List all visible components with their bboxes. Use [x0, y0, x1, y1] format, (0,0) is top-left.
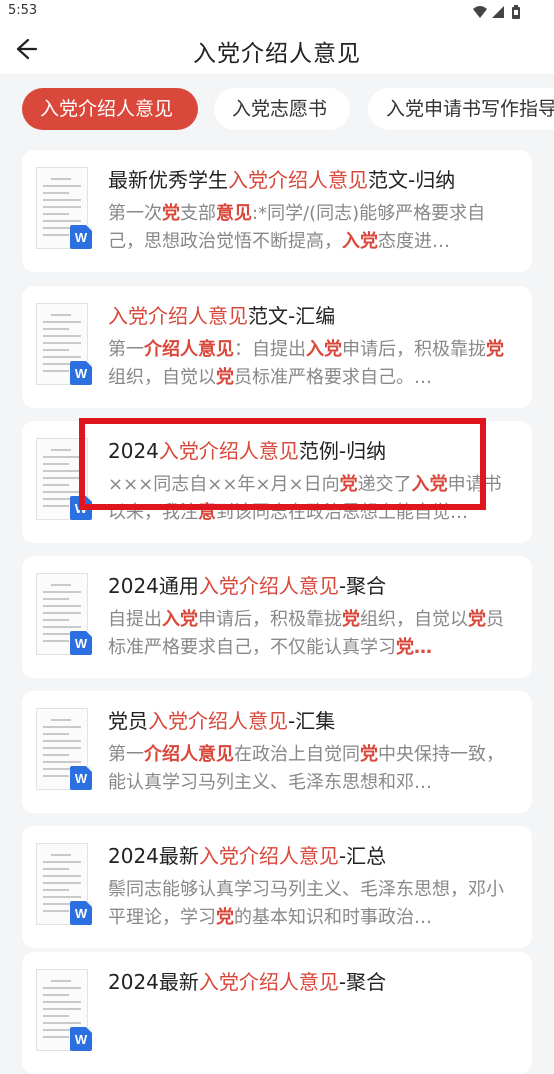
snippet-text: 员标准严格要求自己。… — [234, 367, 432, 388]
article-snippet: 自提出入党申请后，积极靠拢党组织，自觉以党员标准严格要求自己，不仅能认真学习党… — [108, 606, 510, 662]
word-doc-icon: W — [70, 901, 92, 925]
article-title: 2024通用入党介绍人意见-聚合 — [108, 574, 387, 598]
status-icons — [472, 4, 532, 20]
tab-recommender-opinion[interactable]: 入党介绍人意见 — [22, 88, 198, 130]
keyword-highlight: 介绍人意见 — [144, 744, 234, 765]
snippet-text: 态度进… — [378, 231, 450, 252]
word-doc-icon: W — [70, 766, 92, 790]
article-title: 党员入党介绍人意见-汇集 — [108, 709, 336, 733]
keyword-highlight: 党… — [396, 637, 432, 658]
wifi-icon — [473, 6, 487, 18]
article-card[interactable]: W 入党介绍人意见范文-汇编 第一介绍人意见：自提出入党申请后，积极靠拢党组织，… — [22, 286, 532, 408]
keyword-highlight: 意见 — [216, 203, 252, 224]
snippet-text: 递交了 — [357, 474, 412, 495]
article-card[interactable]: W 党员入党介绍人意见-汇集 第一介绍人意见在政治上自觉同党中央保持一致，能认真… — [22, 691, 532, 813]
article-card[interactable]: W 2024最新入党介绍人意见-汇总 鬃同志能够认真学习马列主义、毛泽东思想，邓… — [22, 826, 532, 948]
keyword-highlight: 入党 — [306, 339, 342, 360]
tab-application-form[interactable]: 入党志愿书 — [214, 88, 350, 130]
document-thumbnail: W — [36, 167, 96, 253]
snippet-text: 申请后，积极靠拢 — [198, 609, 342, 630]
keyword-highlight: 党 — [360, 744, 378, 765]
article-snippet: 第一介绍人意见在政治上自觉同党中央保持一致，能认真学习马列主义、毛泽东思想和邓… — [108, 741, 510, 797]
snippet-text: 组织，自觉以 — [108, 367, 216, 388]
article-snippet: 第一介绍人意见：自提出入党申请后，积极靠拢党组织，自觉以党员标准严格要求自己。… — [108, 336, 510, 392]
document-thumbnail: W — [36, 573, 96, 659]
snippet-text: 在政治上自觉同 — [234, 744, 360, 765]
keyword-highlight: 入党 — [162, 609, 198, 630]
article-card[interactable]: W 2024最新入党介绍人意见-聚合 — [22, 952, 532, 1074]
tab-label: 入党申请书写作指导 — [386, 98, 554, 120]
snippet-text: 第一 — [108, 339, 144, 360]
keyword-highlight: 党 — [216, 907, 234, 928]
document-thumbnail: W — [36, 969, 96, 1055]
article-card[interactable]: W 2024通用入党介绍人意见-聚合 自提出入党申请后，积极靠拢党组织，自觉以党… — [22, 556, 532, 678]
keyword-highlight: 党 — [162, 203, 180, 224]
keyword-highlight: 党 — [486, 339, 504, 360]
tab-writing-guide[interactable]: 入党申请书写作指导 — [368, 88, 554, 130]
snippet-text: ×××同志自××年×月×日向 — [108, 474, 340, 495]
article-snippet — [108, 1002, 510, 1058]
keyword-highlight: 党 — [468, 609, 486, 630]
article-title: 2024最新入党介绍人意见-汇总 — [108, 844, 387, 868]
snippet-text: 到该同志在政治思想上能自觉… — [216, 502, 468, 523]
snippet-text: 支部 — [180, 203, 216, 224]
document-thumbnail: W — [36, 708, 96, 794]
keyword-highlight: 党 — [339, 474, 358, 495]
snippet-text: 的基本知识和时事政治… — [234, 907, 432, 928]
article-card[interactable]: W 2024入党介绍人意见范例-归纳 ×××同志自××年×月×日向党递交了入党申… — [22, 421, 532, 543]
keyword-highlight: 党 — [216, 367, 234, 388]
word-doc-icon: W — [70, 361, 92, 385]
document-thumbnail: W — [36, 303, 96, 389]
article-snippet: ×××同志自××年×月×日向党递交了入党申请书以来，我注意到该同志在政治思想上能… — [108, 471, 510, 527]
snippet-text: 第一 — [108, 744, 144, 765]
page-title: 入党介绍人意见 — [193, 41, 361, 67]
article-title: 2024入党介绍人意见范例-归纳 — [108, 439, 387, 463]
article-card[interactable]: W 最新优秀学生入党介绍人意见范文-归纳 第一次党支部意见:*同学/(同志)能够… — [22, 150, 532, 272]
keyword-highlight: 入党 — [411, 474, 448, 495]
tab-label: 入党介绍人意见 — [40, 98, 174, 120]
category-tabs: 入党介绍人意见 入党志愿书 入党申请书写作指导 — [0, 74, 554, 146]
article-title: 最新优秀学生入党介绍人意见范文-归纳 — [108, 168, 456, 192]
snippet-text: 自提出 — [108, 609, 162, 630]
app-bar: 入党介绍人意见 — [0, 24, 554, 74]
status-bar: 5:53 — [0, 0, 554, 24]
keyword-highlight: 介绍人意见 — [144, 339, 234, 360]
snippet-text: 第一次 — [108, 203, 162, 224]
status-time: 5:53 — [8, 3, 38, 18]
keyword-highlight: 党 — [342, 609, 360, 630]
article-snippet: 鬃同志能够认真学习马列主义、毛泽东思想，邓小平理论，学习党的基本知识和时事政治… — [108, 876, 510, 932]
word-doc-icon: W — [70, 1027, 92, 1051]
article-title: 2024最新入党介绍人意见-聚合 — [108, 970, 387, 994]
document-thumbnail: W — [36, 843, 96, 929]
article-title: 入党介绍人意见范文-汇编 — [108, 304, 336, 328]
word-doc-icon: W — [70, 496, 92, 520]
battery-icon — [512, 5, 520, 19]
keyword-highlight: 意 — [198, 502, 216, 523]
signal-icon — [492, 6, 504, 18]
word-doc-icon: W — [70, 631, 92, 655]
article-snippet: 第一次党支部意见:*同学/(同志)能够严格要求自己，思想政治觉悟不断提高，入党态… — [108, 200, 510, 256]
keyword-highlight: 入党 — [342, 231, 378, 252]
word-doc-icon: W — [70, 225, 92, 249]
snippet-text: 申请后，积极靠拢 — [342, 339, 486, 360]
tab-label: 入党志愿书 — [232, 98, 328, 120]
snippet-text: ：自提出 — [234, 339, 306, 360]
document-thumbnail: W — [36, 438, 96, 524]
snippet-text: 组织，自觉以 — [360, 609, 468, 630]
